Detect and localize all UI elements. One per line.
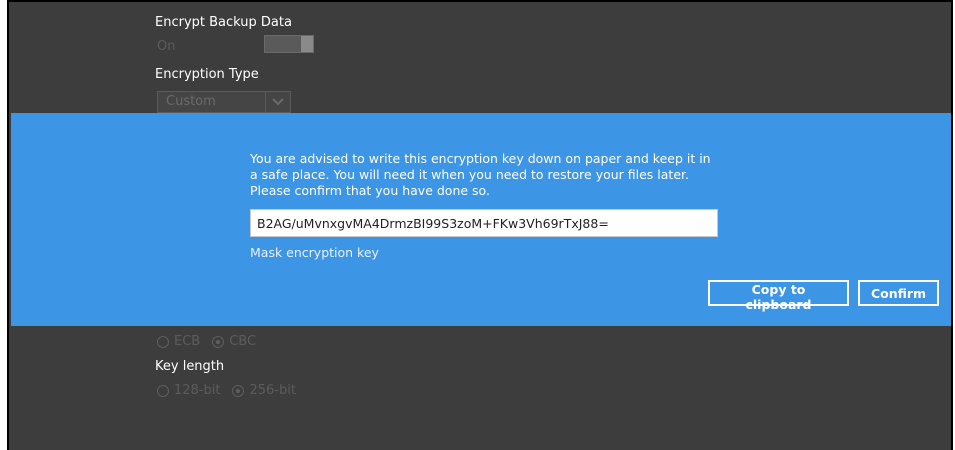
key-length-radio-group: 128-bit 256-bit: [157, 383, 296, 398]
encryption-type-label: Encryption Type: [155, 67, 259, 82]
radio-cbc[interactable]: [212, 335, 225, 348]
key-length-label: Key length: [155, 359, 225, 374]
advice-message: You are advised to write this encryption…: [250, 151, 720, 199]
encrypt-backup-label: Encrypt Backup Data: [155, 15, 292, 30]
radio-128-bit[interactable]: [157, 384, 169, 397]
confirm-button[interactable]: Confirm: [858, 280, 939, 306]
advice-line-3: Please confirm that you have done so.: [250, 183, 490, 198]
encryption-type-value: Custom: [166, 94, 216, 109]
radio-ecb-label: ECB: [174, 334, 201, 349]
encryption-key-field[interactable]: [250, 209, 718, 237]
mode-radio-group: ECB CBC: [157, 334, 256, 349]
encrypt-toggle[interactable]: [264, 35, 314, 53]
encrypt-toggle-state: On: [157, 39, 176, 54]
radio-cbc-label: CBC: [229, 334, 257, 349]
encryption-key-dialog: You are advised to write this encryption…: [11, 113, 951, 326]
toggle-knob: [301, 36, 313, 52]
radio-128-bit-label: 128-bit: [174, 383, 221, 398]
chevron-down-icon: [265, 92, 290, 112]
advice-line-2: a safe place. You will need it when you …: [250, 167, 689, 182]
radio-256-bit[interactable]: [232, 384, 245, 397]
radio-256-bit-label: 256-bit: [249, 383, 296, 398]
encryption-type-select[interactable]: Custom: [157, 91, 291, 113]
mask-encryption-key-link[interactable]: Mask encryption key: [250, 245, 379, 260]
radio-ecb[interactable]: [157, 335, 169, 348]
copy-to-clipboard-button[interactable]: Copy to clipboard: [708, 280, 849, 312]
window-frame: Encrypt Backup Data On Encryption Type C…: [7, 0, 953, 450]
advice-line-1: You are advised to write this encryption…: [250, 151, 711, 166]
